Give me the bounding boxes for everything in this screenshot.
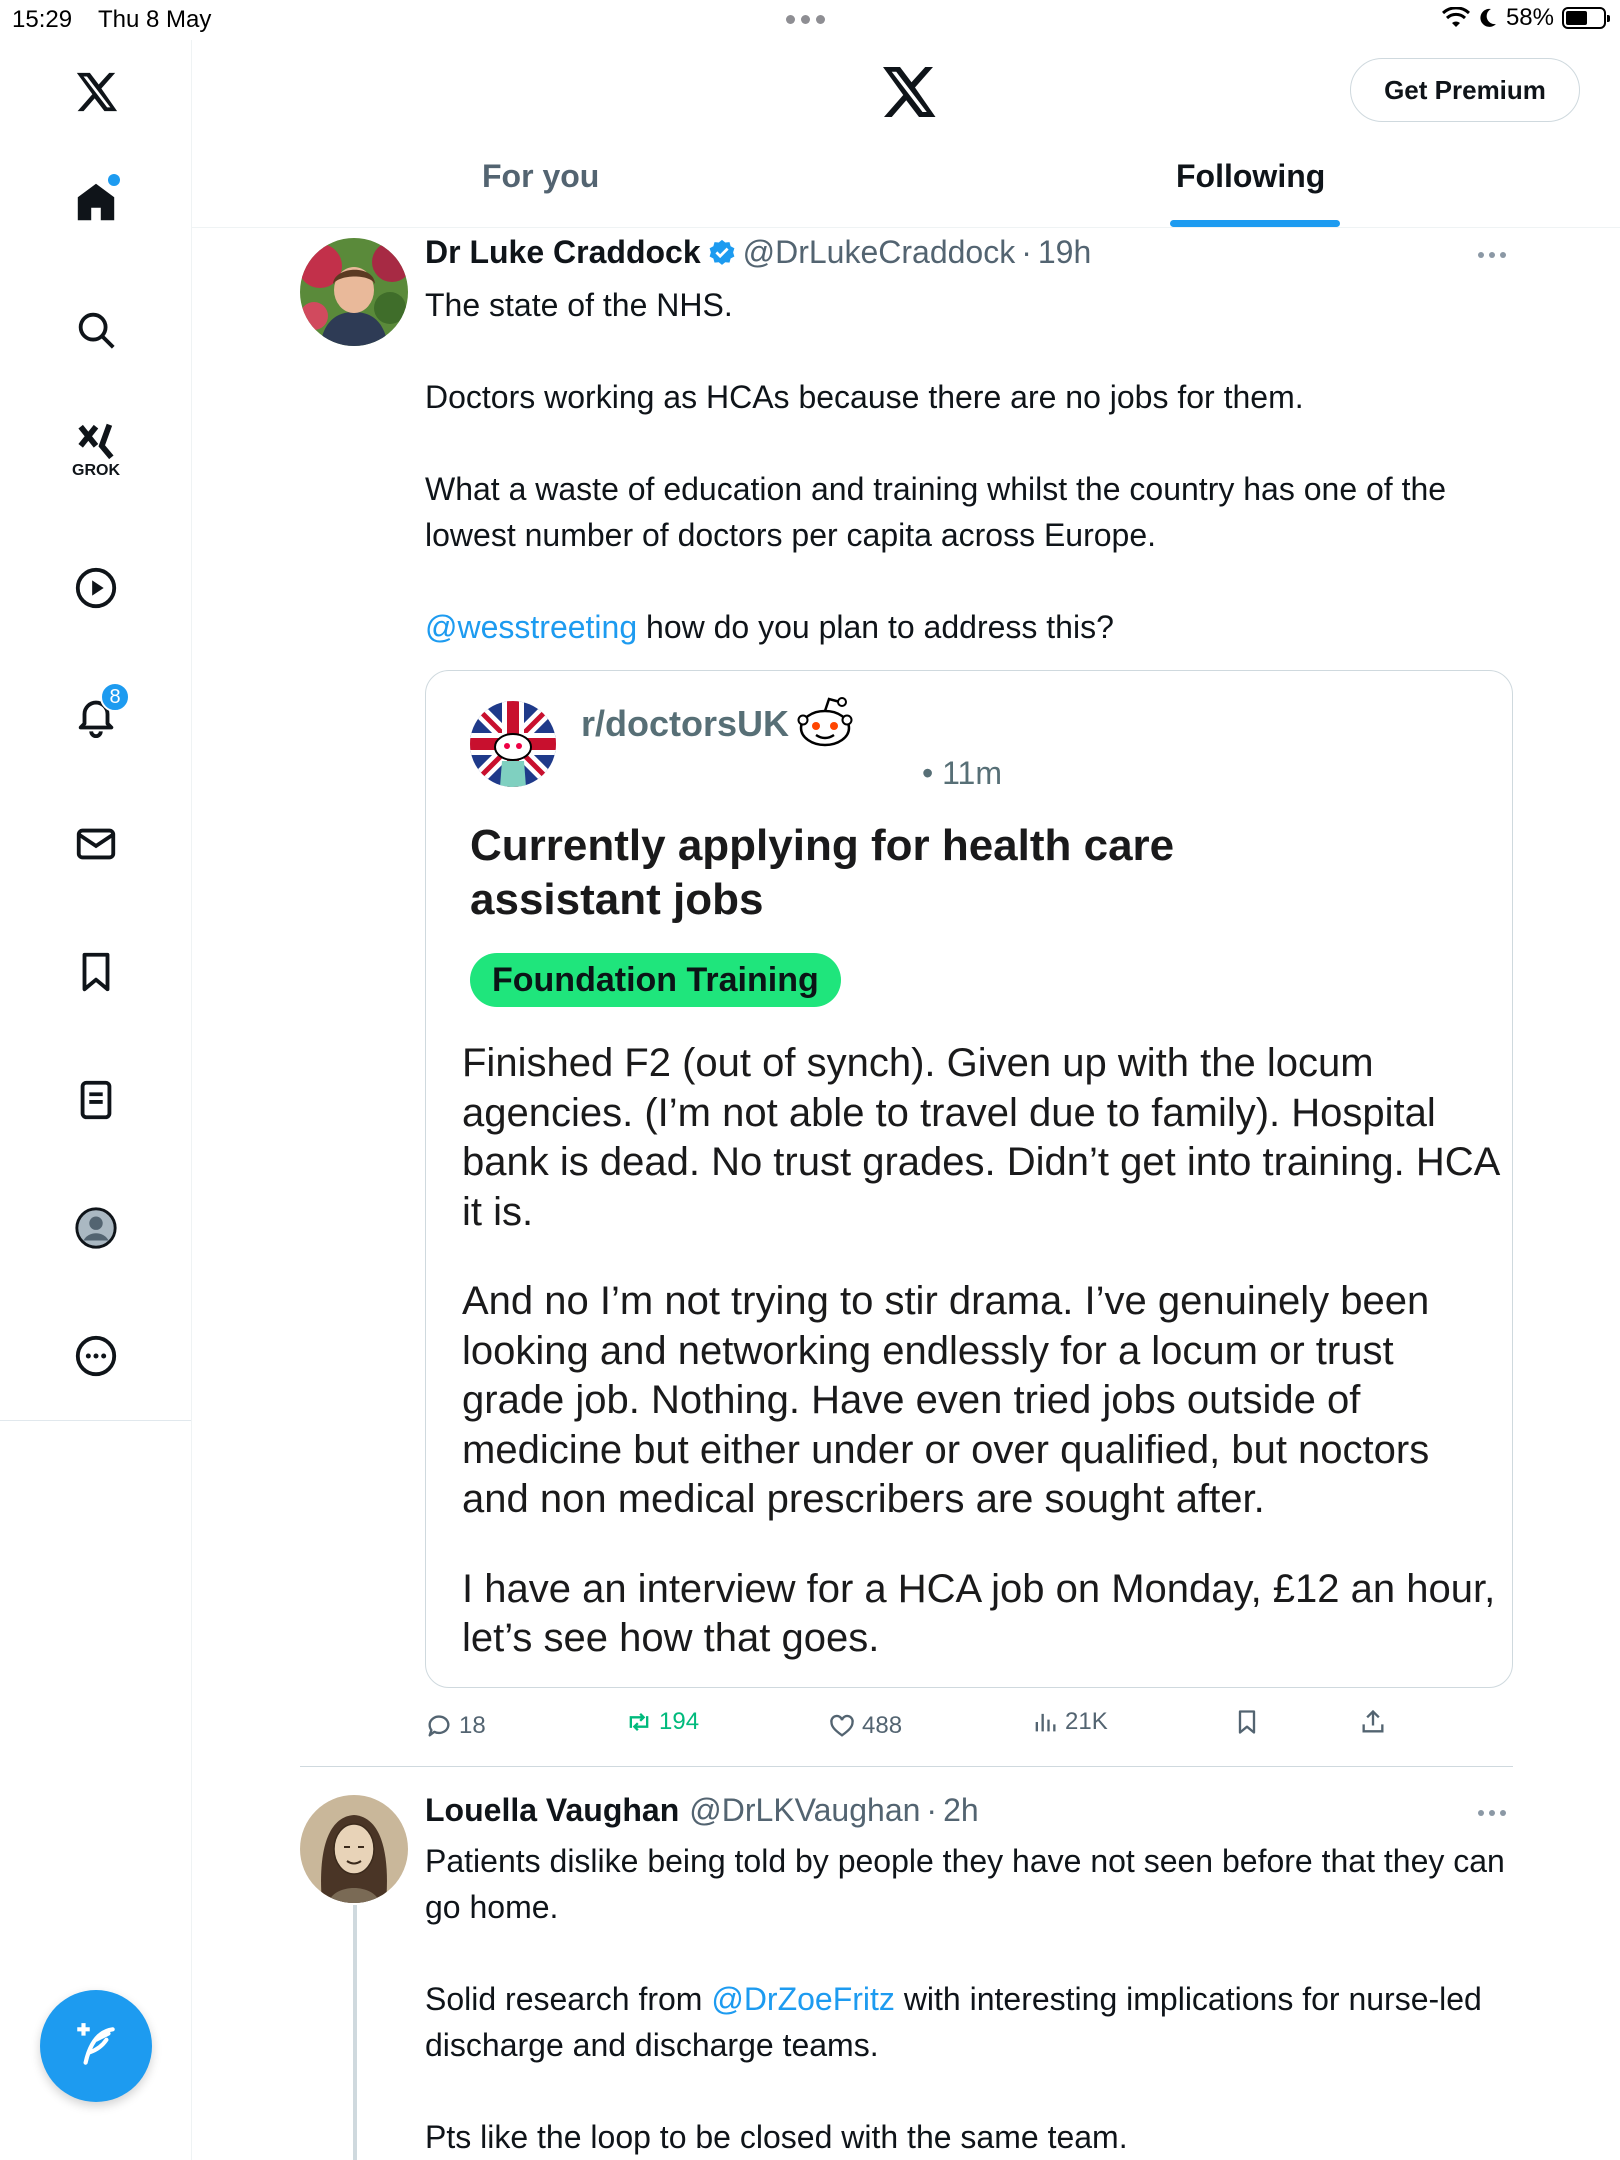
repost-count: 194 bbox=[659, 1708, 700, 1735]
compose-icon bbox=[77, 2023, 115, 2065]
tweet-paragraph: The state of the NHS. bbox=[425, 287, 733, 323]
post-title: Currently applying for health care assis… bbox=[470, 821, 1175, 924]
tweet-body: The state of the NHS. Doctors working as… bbox=[425, 282, 1525, 650]
tweet-paragraph: Doctors working as HCAs because there ar… bbox=[425, 379, 1304, 415]
tweet-paragraph: Solid research from @DrZoeFritz with int… bbox=[425, 1976, 1525, 2068]
bookmark-icon[interactable] bbox=[66, 942, 126, 1002]
subreddit-name: r/doctorsUK bbox=[581, 703, 790, 744]
view-count: 21K bbox=[1065, 1708, 1108, 1735]
compose-button[interactable] bbox=[40, 1990, 152, 2102]
battery-icon bbox=[1562, 7, 1610, 29]
search-icon[interactable] bbox=[66, 300, 126, 360]
repost-icon bbox=[629, 1713, 649, 1731]
tweet-body: Patients dislike being told by people th… bbox=[425, 1838, 1525, 2160]
post-body: Finished F2 (out of synch). Given up wit… bbox=[462, 1039, 1502, 1687]
tweet-paragraph: Patients dislike being told by people th… bbox=[425, 1843, 1505, 1925]
views-icon bbox=[1035, 1713, 1056, 1732]
bookmark-icon bbox=[1238, 1710, 1256, 1734]
bookmark-button[interactable] bbox=[1233, 1708, 1261, 1736]
moon-icon bbox=[1480, 8, 1496, 27]
battery-percent: 58% bbox=[1505, 4, 1554, 31]
views-button[interactable]: 21K bbox=[1031, 1708, 1108, 1736]
share-icon bbox=[1362, 1709, 1384, 1733]
video-icon[interactable] bbox=[66, 558, 126, 618]
author-name[interactable]: Dr Luke Craddock bbox=[425, 234, 701, 271]
profile-icon[interactable] bbox=[66, 1198, 126, 1258]
status-date: Thu 8 May bbox=[98, 6, 212, 33]
home-icon[interactable] bbox=[66, 172, 126, 232]
share-button[interactable] bbox=[1359, 1708, 1387, 1736]
sidebar-border bbox=[191, 1420, 192, 2160]
tweet-text-pre: Solid research from bbox=[425, 1981, 712, 2017]
author-handle[interactable]: @DrLKVaughan bbox=[689, 1792, 920, 1829]
multitasking-dots-icon[interactable] bbox=[786, 15, 825, 24]
embedded-image-card[interactable]: r/doctorsUK • 11m Currently applying for… bbox=[425, 670, 1513, 1688]
sidebar-divider bbox=[0, 1420, 192, 1421]
status-right: 58% bbox=[1441, 4, 1610, 32]
more-options-icon[interactable] bbox=[1478, 1810, 1506, 1816]
mail-icon[interactable] bbox=[66, 814, 126, 874]
tweet-paragraph: @wesstreeting how do you plan to address… bbox=[425, 604, 1525, 650]
reddit-snoo-icon bbox=[797, 697, 853, 747]
reply-icon bbox=[428, 1715, 450, 1737]
tweet-divider bbox=[300, 1766, 1513, 1767]
author-name[interactable]: Louella Vaughan bbox=[425, 1792, 679, 1829]
sidebar-nav: GROK 8 bbox=[0, 40, 192, 1420]
like-count: 488 bbox=[862, 1712, 903, 1739]
thread-connector bbox=[353, 1905, 357, 2160]
post-paragraph: Finished F2 (out of synch). Given up wit… bbox=[462, 1041, 1499, 1234]
grok-icon[interactable]: GROK bbox=[66, 420, 126, 480]
tweet-paragraph: What a waste of education and training w… bbox=[425, 471, 1447, 553]
post-time: • 11m bbox=[922, 755, 1002, 791]
heart-icon bbox=[830, 1714, 854, 1737]
list-icon[interactable] bbox=[66, 1070, 126, 1130]
mention-link[interactable]: @wesstreeting bbox=[425, 609, 637, 645]
tweet-header: Dr Luke Craddock @DrLukeCraddock · 19h bbox=[425, 234, 1091, 271]
x-logo-icon[interactable] bbox=[66, 62, 126, 122]
post-paragraph: And no I’m not trying to stir drama. I’v… bbox=[462, 1279, 1430, 1521]
avatar[interactable] bbox=[300, 1795, 408, 1903]
reply-count: 18 bbox=[459, 1712, 486, 1739]
home-new-dot bbox=[108, 174, 120, 186]
tab-for-you[interactable]: For you bbox=[482, 158, 599, 195]
separator-dot: · bbox=[1021, 234, 1032, 270]
status-time: 15:29 bbox=[12, 6, 73, 33]
reply-button[interactable]: 18 bbox=[425, 1712, 486, 1740]
post-paragraph: I have an interview for a HCA job on Mon… bbox=[462, 1566, 1496, 1661]
repost-button[interactable]: 194 bbox=[625, 1708, 699, 1736]
like-button[interactable]: 488 bbox=[828, 1712, 902, 1740]
tweet-time[interactable]: 2h bbox=[943, 1792, 979, 1829]
verified-badge-icon bbox=[709, 239, 734, 265]
avatar[interactable] bbox=[300, 238, 408, 346]
tweet-paragraph: Pts like the loop to be closed with the … bbox=[425, 2119, 1128, 2155]
notification-badge: 8 bbox=[100, 682, 130, 712]
bell-icon[interactable]: 8 bbox=[66, 682, 130, 746]
separator-dot: · bbox=[926, 1792, 938, 1828]
tweet-time[interactable]: 19h bbox=[1038, 234, 1091, 271]
timeline-header: Get Premium For you Following bbox=[192, 40, 1620, 228]
more-icon[interactable] bbox=[66, 1326, 126, 1386]
get-premium-button[interactable]: Get Premium bbox=[1350, 58, 1580, 122]
more-options-icon[interactable] bbox=[1478, 252, 1506, 258]
x-logo-icon[interactable] bbox=[878, 62, 938, 122]
wifi-icon bbox=[1441, 7, 1470, 27]
tweet-header: Louella Vaughan @DrLKVaughan · 2h bbox=[425, 1792, 979, 1829]
mention-link[interactable]: @DrZoeFritz bbox=[711, 1981, 895, 2017]
post-flair: Foundation Training bbox=[470, 953, 841, 1007]
active-tab-indicator bbox=[1170, 220, 1340, 227]
status-bar: 15:29 Thu 8 May 58% bbox=[0, 0, 1620, 40]
post-time-value: 11m bbox=[942, 755, 1002, 791]
subreddit-avatar bbox=[470, 701, 556, 787]
author-handle[interactable]: @DrLukeCraddock bbox=[743, 234, 1016, 271]
tab-following[interactable]: Following bbox=[1176, 158, 1325, 195]
tweet-actions: 18 194 488 21K bbox=[425, 1704, 1405, 1744]
grok-label: GROK bbox=[72, 462, 120, 479]
tweet-text-tail: how do you plan to address this? bbox=[637, 609, 1114, 645]
